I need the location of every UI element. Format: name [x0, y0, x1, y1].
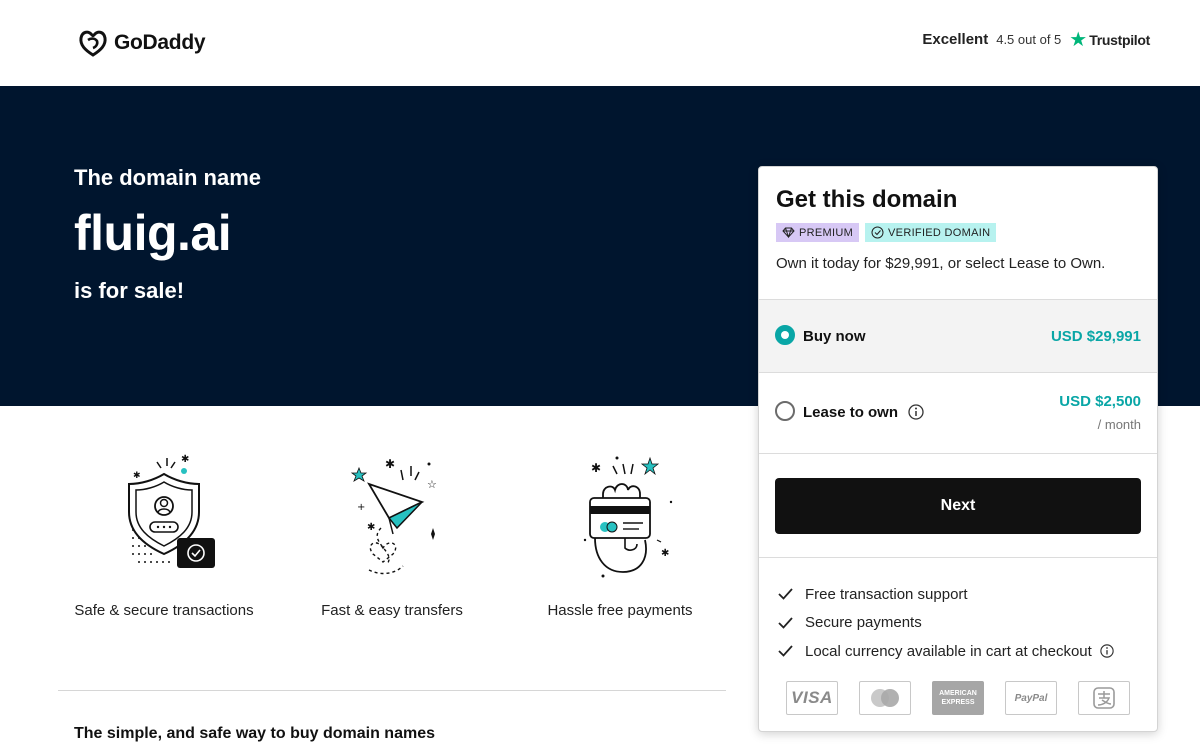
option-price: USD $29,991 — [1050, 328, 1141, 345]
mastercard-icon — [871, 689, 899, 707]
checkmark-icon — [778, 645, 793, 658]
option-price: USD $2,500 — [1059, 393, 1141, 410]
trust-score: 4.5 out of 5 — [996, 32, 1062, 47]
svg-text:+: + — [357, 502, 365, 513]
paypal-card: PayPal — [1005, 681, 1057, 715]
svg-text:✱: ✱ — [661, 548, 669, 559]
radio-lease-to-own[interactable] — [775, 401, 795, 421]
svg-text:✱: ✱ — [133, 471, 141, 481]
payment-methods: VISA AMERICAN EXPRESS PayPal — [786, 681, 1130, 715]
godaddy-logo-icon — [79, 30, 107, 57]
option-label-row: Lease to own — [803, 404, 924, 421]
svg-text:☆: ☆ — [427, 478, 437, 491]
premium-badge: PREMIUM — [776, 223, 860, 242]
diamond-icon — [782, 227, 795, 238]
purchase-card: Get this domain PREMIUM VERIFIED DOMAIN … — [758, 166, 1158, 732]
card-subtitle: Own it today for $29,991, or select Leas… — [776, 255, 1106, 272]
radio-buy-now[interactable] — [775, 325, 795, 345]
amex-label: AMERICAN EXPRESS — [939, 690, 977, 706]
trust-rating-word: Excellent — [922, 31, 989, 48]
paper-plane-icon: ✱ ☆ + ✱ — [350, 457, 437, 575]
premium-badge-label: PREMIUM — [799, 226, 854, 239]
mastercard-card — [859, 681, 911, 715]
svg-text:✱: ✱ — [367, 522, 375, 533]
godaddy-logo[interactable]: GoDaddy — [78, 29, 206, 57]
card-title: Get this domain — [776, 186, 958, 213]
amex-card: AMERICAN EXPRESS — [932, 681, 984, 715]
paypal-label: PayPal — [1014, 692, 1048, 704]
checkmark-icon — [778, 588, 793, 601]
benefit-label: Free transaction support — [805, 585, 968, 603]
alipay-card — [1078, 681, 1130, 715]
info-icon[interactable] — [1100, 644, 1114, 658]
verified-badge: VERIFIED DOMAIN — [865, 223, 997, 242]
feature-hassle-free-payments: ✱ ✱ Hassle free payments — [515, 450, 725, 619]
feature-secure-transactions: ✱ ✱ Safe & secure transactions — [59, 450, 269, 619]
benefit-label: Local currency available in cart at chec… — [805, 642, 1092, 660]
feature-label: Fast & easy transfers — [321, 602, 463, 619]
trustpilot-brand: Trustpilot — [1089, 31, 1150, 48]
svg-text:✱: ✱ — [591, 461, 601, 475]
checkmark-icon — [778, 617, 793, 629]
hand-card-icon: ✱ ✱ — [583, 456, 673, 578]
feature-label: Safe & secure transactions — [74, 602, 254, 619]
logo-text: GoDaddy — [114, 31, 206, 54]
option-price-unit: / month — [1097, 417, 1141, 432]
svg-text:✱: ✱ — [181, 454, 189, 465]
benefit-item: Secure payments — [777, 609, 1114, 638]
star-icon: ★ — [1069, 28, 1088, 51]
benefit-label: Secure payments — [805, 614, 922, 632]
verified-badge-label: VERIFIED DOMAIN — [888, 226, 991, 239]
hero-pretitle: The domain name — [74, 165, 262, 190]
option-lease-to-own[interactable]: Lease to own USD $2,500 / month — [759, 372, 1157, 453]
next-button[interactable]: Next — [775, 478, 1141, 534]
domain-badges: PREMIUM VERIFIED DOMAIN — [776, 223, 997, 242]
hero-posttitle: is for sale! — [74, 278, 185, 303]
option-label: Buy now — [803, 328, 866, 345]
option-label: Lease to own — [803, 404, 899, 421]
feature-label: Hassle free payments — [547, 602, 693, 619]
visa-label: VISA — [791, 688, 833, 707]
option-buy-now[interactable]: Buy now USD $29,991 — [759, 299, 1157, 372]
check-circle-icon — [871, 226, 884, 239]
section-divider — [58, 690, 726, 691]
shield-user-icon: ✱ ✱ — [128, 454, 215, 568]
section-heading: The simple, and safe way to buy domain n… — [74, 725, 435, 742]
alipay-icon — [1093, 687, 1115, 709]
benefit-item: Free transaction support — [777, 580, 1114, 609]
info-icon[interactable] — [908, 404, 924, 420]
feature-fast-transfers: ✱ ☆ + ✱ Fast & easy transfers — [287, 450, 497, 619]
next-button-zone: Next — [759, 453, 1157, 558]
trustpilot-rating[interactable]: Excellent 4.5 out of 5 ★ Trustpilot — [922, 28, 1150, 51]
benefits-list: Free transaction support Secure payments… — [777, 580, 1114, 666]
svg-text:✱: ✱ — [385, 457, 395, 471]
benefit-item: Local currency available in cart at chec… — [777, 637, 1114, 666]
hero-domain-name: fluig.ai — [74, 205, 232, 261]
site-header: GoDaddy Excellent 4.5 out of 5 ★ Trustpi… — [0, 0, 1200, 86]
visa-card: VISA — [786, 681, 838, 715]
